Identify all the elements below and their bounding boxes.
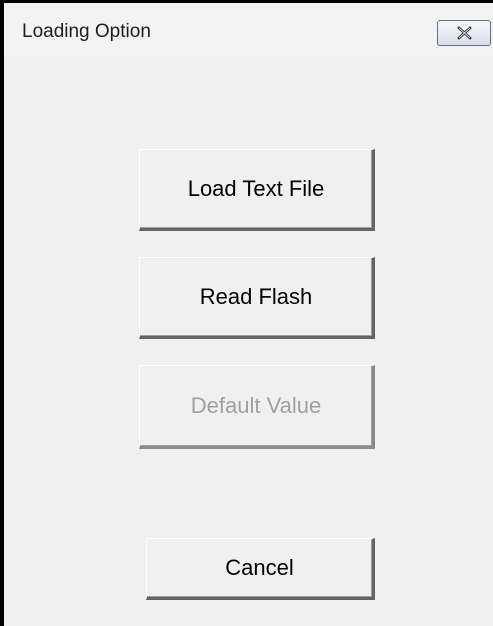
close-icon [457,26,472,40]
load-text-file-button[interactable]: Load Text File [139,149,375,231]
cancel-button[interactable]: Cancel [146,538,375,600]
close-button[interactable] [437,20,491,46]
loading-option-dialog: Loading Option Load Text File Read Flash… [0,0,493,626]
default-value-button[interactable]: Default Value [139,365,375,449]
title-bar: Loading Option [4,3,493,57]
read-flash-button[interactable]: Read Flash [139,257,375,339]
window-title: Loading Option [22,21,151,42]
